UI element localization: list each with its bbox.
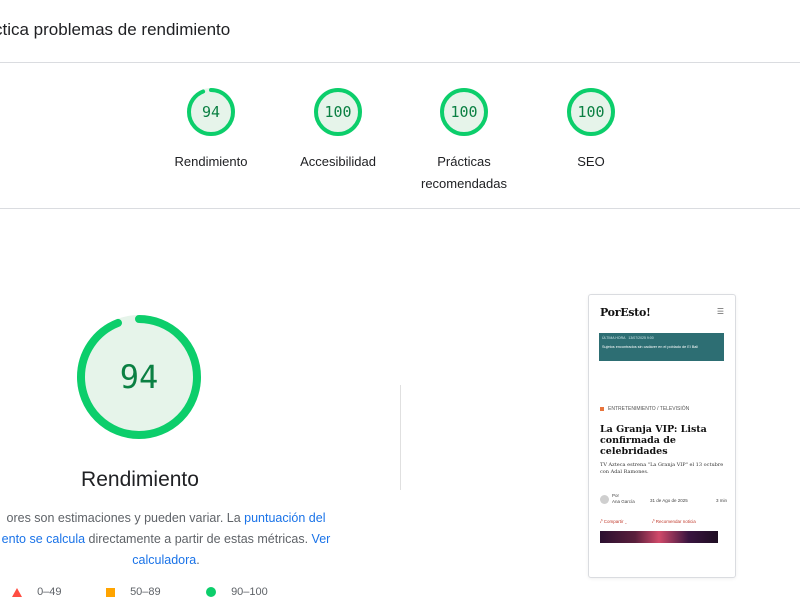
gauge-label-line: recomendadas	[421, 176, 507, 191]
article-headline: La Granja VIP: Lista confirmada de celeb…	[600, 424, 707, 457]
gauge-score: 94	[201, 103, 221, 121]
article-subhead: TV Azteca estrena "La Granja VIP" el 13 …	[600, 462, 724, 475]
gauge-seo[interactable]: 100 SEO	[531, 87, 651, 173]
page-title: ctica problemas de rendimiento	[0, 20, 231, 39]
gauge-ring: 94	[186, 87, 236, 137]
gauge-label-line: Prácticas	[437, 154, 491, 169]
article-byline: Por Ana García 31 de Ago de 2025 3 min	[600, 491, 728, 511]
category-label: ENTRETENIMIENTO / TELEVISIÓN	[608, 406, 690, 412]
link-text: Ver	[311, 532, 331, 546]
legend-range: 50–89	[130, 586, 161, 598]
legend-fail: 0–49	[12, 586, 62, 598]
link-text: puntuación del	[244, 511, 326, 525]
gauge-label: Accesibilidad	[300, 154, 376, 169]
recommend-button: ⤤ Recomendar noticia	[652, 519, 696, 524]
gauge-label: Rendimiento	[174, 154, 248, 169]
link-text: ento se calcula	[1, 532, 86, 546]
article-image	[600, 531, 718, 543]
performance-main-gauge: 94	[76, 314, 202, 440]
article-category: ENTRETENIMIENTO / TELEVISIÓN	[600, 406, 689, 412]
legend-average: 50–89	[106, 586, 161, 598]
gauge-accessibility[interactable]: 100 Accesibilidad	[278, 87, 398, 173]
gauge-best-practices[interactable]: 100 Prácticas recomendadas	[404, 87, 524, 195]
article-date: 31 de Ago de 2025	[650, 498, 688, 503]
gauge-score: 100	[324, 103, 352, 121]
desc-text: .	[196, 553, 200, 567]
score-description: ores son estimaciones y pueden variar. L…	[0, 508, 336, 571]
circle-icon	[206, 587, 216, 598]
vertical-divider	[400, 385, 401, 490]
banner-meta: ÚLTIMA HORA 13/07/2025 9:00	[602, 336, 654, 340]
desc-text: ores son estimaciones y pueden variar. L…	[6, 511, 245, 525]
link-text: calculadora	[132, 553, 197, 567]
share-button: ⤤ Compartir ⌄	[600, 519, 627, 524]
top-bar: ctica problemas de rendimiento	[0, 0, 800, 63]
triangle-icon	[12, 587, 22, 597]
site-logo: PorEsto!	[600, 306, 651, 319]
page-screenshot-preview[interactable]: PorEsto! ☰ ÚLTIMA HORA 13/07/2025 9:00 S…	[588, 294, 736, 578]
gauge-label: Prácticas recomendadas	[404, 151, 524, 195]
banner-time: 13/07/2025 9:00	[628, 336, 654, 340]
banner-label: ÚLTIMA HORA	[602, 336, 626, 340]
read-time: 3 min	[716, 498, 728, 503]
menu-icon: ☰	[716, 307, 724, 316]
legend-pass: 90–100	[206, 586, 268, 598]
category-title: Rendimiento	[81, 468, 199, 491]
category-marker	[600, 406, 604, 411]
breaking-news-banner: ÚLTIMA HORA 13/07/2025 9:00 Sujetos enco…	[599, 333, 724, 361]
gauge-score: 100	[577, 103, 605, 121]
desc-text: directamente a partir de estas métricas.	[85, 532, 312, 546]
legend-range: 90–100	[231, 586, 268, 598]
legend-range: 0–49	[37, 586, 62, 598]
gauge-performance[interactable]: 94 Rendimiento	[151, 87, 271, 173]
gauge-score: 100	[450, 103, 478, 121]
banner-text: Sujetos encontrados sin cadáver en el po…	[602, 345, 699, 349]
square-icon	[106, 587, 115, 597]
gauge-ring: 100	[313, 87, 363, 137]
gauge-ring: 100	[566, 87, 616, 137]
author-text: Ana García	[612, 499, 635, 504]
avatar	[600, 495, 609, 504]
gauge-ring: 100	[439, 87, 489, 137]
main-gauge-score: 94	[119, 358, 159, 396]
score-legend: 0–49 50–89 90–100	[0, 586, 300, 600]
score-gauges-row: 94 Rendimiento 100 Accesibilidad 100 Prá…	[0, 63, 800, 209]
gauge-label: SEO	[577, 154, 605, 169]
author-name: Por Ana García	[612, 493, 642, 505]
